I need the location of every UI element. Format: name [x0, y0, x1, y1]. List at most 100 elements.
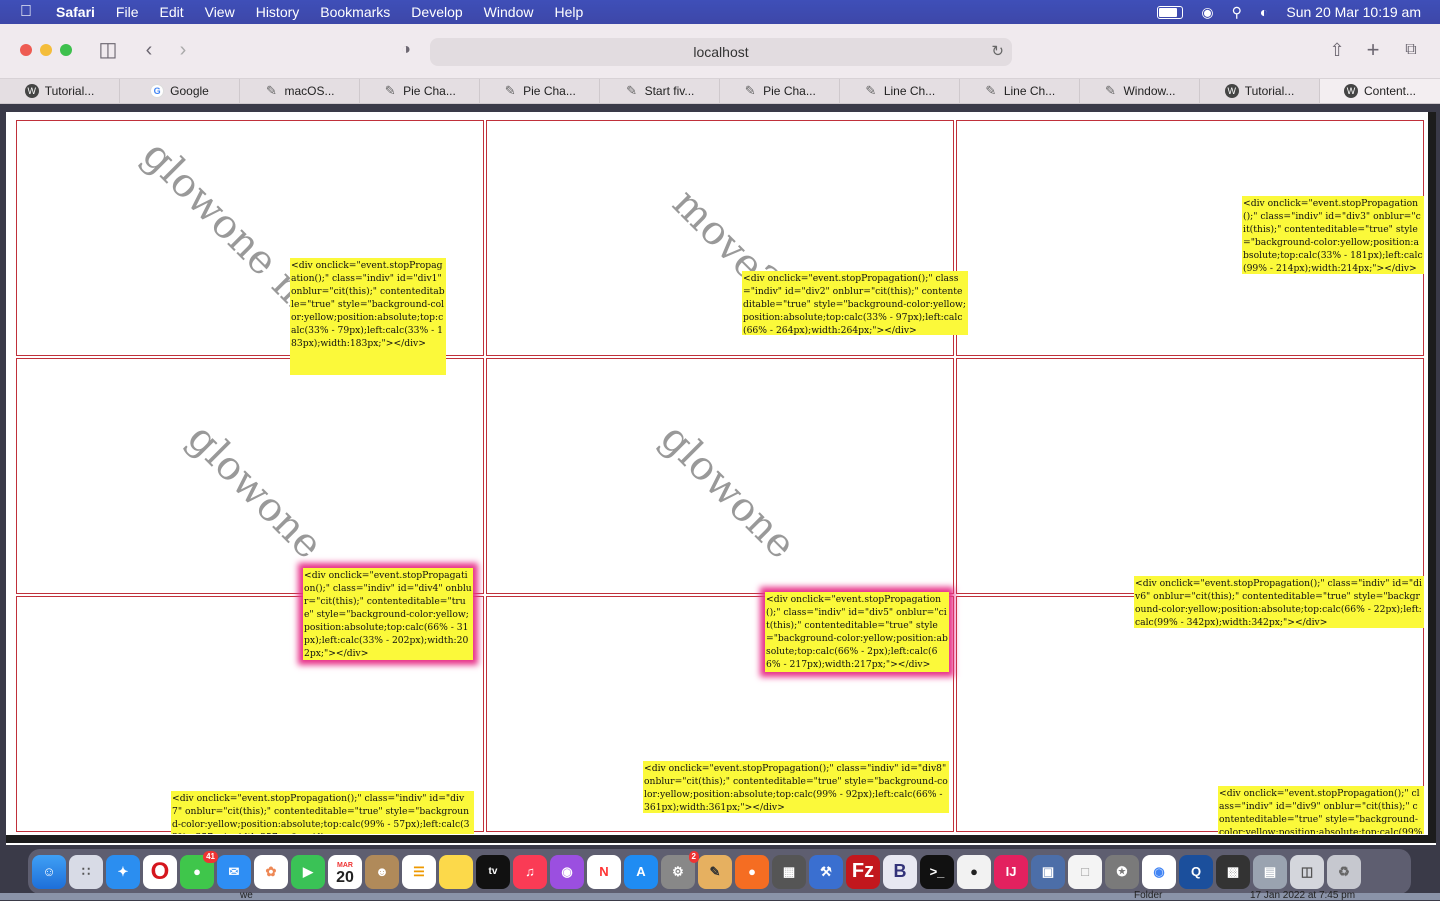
editable-note-div1[interactable]: <div onclick="event.stopPropagation();" … — [290, 258, 446, 375]
facetime-icon[interactable]: ▶ — [291, 854, 325, 889]
minimize-window-button[interactable] — [40, 44, 52, 56]
editable-note-div4[interactable]: <div onclick="event.stopPropagation();" … — [303, 568, 473, 660]
menu-develop[interactable]: Develop — [411, 4, 462, 20]
documents-stack-icon[interactable]: ◫ — [1290, 854, 1324, 889]
mail-icon[interactable]: ✉ — [217, 854, 251, 889]
tab-tutorial-2[interactable]: W Tutorial... — [1200, 79, 1320, 103]
wifi-icon[interactable]: ◉ — [1201, 4, 1213, 21]
cell-grid: glowone mo move2 glowone glowone <div on… — [16, 120, 1424, 834]
editable-note-div7[interactable]: <div onclick="event.stopPropagation();" … — [171, 791, 474, 834]
vertical-scrollbar[interactable] — [1428, 112, 1436, 843]
activity-monitor-icon[interactable]: ▩ — [1216, 854, 1250, 889]
share-icon[interactable]: ⇧ — [1326, 37, 1348, 63]
tab-pie-chart-1[interactable]: ✎ Pie Cha... — [360, 79, 480, 103]
finder-icon[interactable]: ☺ — [32, 854, 66, 889]
xcode-icon[interactable]: ⚒ — [809, 854, 843, 889]
menu-edit[interactable]: Edit — [159, 4, 183, 20]
tab-overview-icon[interactable]: ⧉ — [1400, 37, 1422, 63]
menu-bar:  Safari File Edit View History Bookmark… — [0, 0, 1440, 24]
calendar-icon[interactable]: MAR 20 — [328, 854, 362, 889]
opera-icon[interactable]: O — [143, 854, 177, 889]
reload-icon[interactable]: ↻ — [991, 38, 1004, 66]
apple-tv-icon[interactable]: tv — [476, 854, 510, 889]
tab-content-active[interactable]: W Content... — [1320, 79, 1440, 103]
web-page: glowone mo move2 glowone glowone <div on… — [6, 112, 1436, 845]
music-icon[interactable]: ♫ — [513, 854, 547, 889]
chrome-icon[interactable]: ◉ — [1142, 854, 1176, 889]
new-tab-icon[interactable]: + — [1362, 37, 1384, 63]
tab-google[interactable]: G Google — [120, 79, 240, 103]
editable-note-div3[interactable]: <div onclick="event.stopPropagation();" … — [1242, 196, 1424, 274]
menu-history[interactable]: History — [256, 4, 300, 20]
horizontal-scrollbar[interactable] — [6, 835, 1436, 843]
editable-note-div2[interactable]: <div onclick="event.stopPropagation();" … — [742, 271, 968, 335]
downloads-stack-icon[interactable]: ▤ — [1253, 854, 1287, 889]
filezilla-icon[interactable]: Fz — [846, 854, 880, 889]
bbedit-icon[interactable]: B — [883, 854, 917, 889]
firefox-icon[interactable]: ● — [735, 854, 769, 889]
document-icon[interactable]: □ — [1068, 854, 1102, 889]
control-center-icon[interactable]: ◐ — [1260, 4, 1268, 20]
trash-icon[interactable]: ♻ — [1327, 854, 1361, 889]
address-bar[interactable]: localhost ↻ — [430, 38, 1012, 66]
reminders-icon[interactable]: ☰ — [402, 854, 436, 889]
photos-icon[interactable]: ✿ — [254, 854, 288, 889]
tab-line-chart-2[interactable]: ✎ Line Ch... — [960, 79, 1080, 103]
wordpress-icon: W — [1343, 84, 1358, 98]
tab-label: Line Ch... — [1003, 84, 1056, 98]
tab-label: Line Ch... — [883, 84, 936, 98]
calculator-icon[interactable]: ▦ — [772, 854, 806, 889]
menu-window[interactable]: Window — [484, 4, 534, 20]
intellij-icon[interactable]: IJ — [994, 854, 1028, 889]
tab-window[interactable]: ✎ Window... — [1080, 79, 1200, 103]
system-preferences-icon[interactable]: ⚙ 2 — [661, 850, 699, 889]
terminal-icon[interactable]: >_ — [920, 854, 954, 889]
editable-note-div9[interactable]: <div onclick="event.stopPropagation();" … — [1218, 786, 1424, 834]
pen-icon: ✎ — [266, 83, 277, 98]
messages-icon[interactable]: ● 41 — [180, 850, 218, 889]
elephant-app-icon[interactable]: ● — [957, 854, 991, 889]
editable-note-div8[interactable]: <div onclick="event.stopPropagation();" … — [643, 761, 949, 813]
menu-app-safari[interactable]: Safari — [56, 4, 95, 20]
grid-cell-6[interactable] — [956, 358, 1424, 594]
editable-note-div5[interactable]: <div onclick="event.stopPropagation();" … — [765, 592, 949, 672]
gimp-icon[interactable]: ✪ — [1105, 854, 1139, 889]
zoom-window-button[interactable] — [60, 44, 72, 56]
tab-start-five[interactable]: ✎ Start fiv... — [600, 79, 720, 103]
back-icon[interactable]: ‹ — [138, 37, 160, 63]
peek-kind: Folder — [1134, 890, 1163, 901]
tab-label: Start fiv... — [644, 84, 695, 98]
tab-line-chart-1[interactable]: ✎ Line Ch... — [840, 79, 960, 103]
sidebar-icon[interactable]: ◫ — [96, 37, 120, 63]
screen-sharing-icon[interactable]: ▣ — [1031, 854, 1065, 889]
launchpad-icon[interactable]: ∷ — [69, 854, 103, 889]
forward-icon[interactable]: › — [172, 37, 194, 63]
notes-icon[interactable] — [439, 854, 473, 889]
privacy-shield-icon[interactable]: ◑ — [396, 37, 416, 63]
tab-macos[interactable]: ✎ macOS... — [240, 79, 360, 103]
spotlight-search-icon[interactable]: ⚲ — [1232, 4, 1242, 21]
browser-toolbar: ◫ ‹ › ◑ localhost ↻ ⇧ + ⧉ — [0, 24, 1440, 79]
close-window-button[interactable] — [20, 44, 32, 56]
app-store-icon[interactable]: A — [624, 854, 658, 889]
menu-view[interactable]: View — [205, 4, 235, 20]
status-area: ◉ ⚲ ◐ Sun 20 Mar 10:19 am — [1157, 0, 1421, 24]
safari-icon[interactable]: ✦ — [106, 854, 140, 889]
quicktime-icon[interactable]: Q — [1179, 854, 1213, 889]
menu-bookmarks[interactable]: Bookmarks — [320, 4, 390, 20]
podcasts-icon[interactable]: ◉ — [550, 854, 584, 889]
contacts-icon[interactable]: ☻ — [365, 854, 399, 889]
menu-clock[interactable]: Sun 20 Mar 10:19 am — [1286, 4, 1421, 20]
editable-note-div6[interactable]: <div onclick="event.stopPropagation();" … — [1134, 576, 1424, 628]
apple-icon[interactable]:  — [20, 3, 38, 21]
tab-pie-chart-3[interactable]: ✎ Pie Cha... — [720, 79, 840, 103]
paintbrush-icon[interactable]: ✎ — [698, 854, 732, 889]
news-icon[interactable]: N — [587, 854, 621, 889]
menu-file[interactable]: File — [116, 4, 139, 20]
menu-help[interactable]: Help — [554, 4, 583, 20]
pen-icon: ✎ — [626, 83, 638, 98]
tab-pie-chart-2[interactable]: ✎ Pie Cha... — [480, 79, 600, 103]
tab-tutorial-1[interactable]: W Tutorial... — [0, 79, 120, 103]
tab-label: Tutorial... — [44, 84, 95, 98]
battery-icon[interactable] — [1157, 5, 1184, 19]
